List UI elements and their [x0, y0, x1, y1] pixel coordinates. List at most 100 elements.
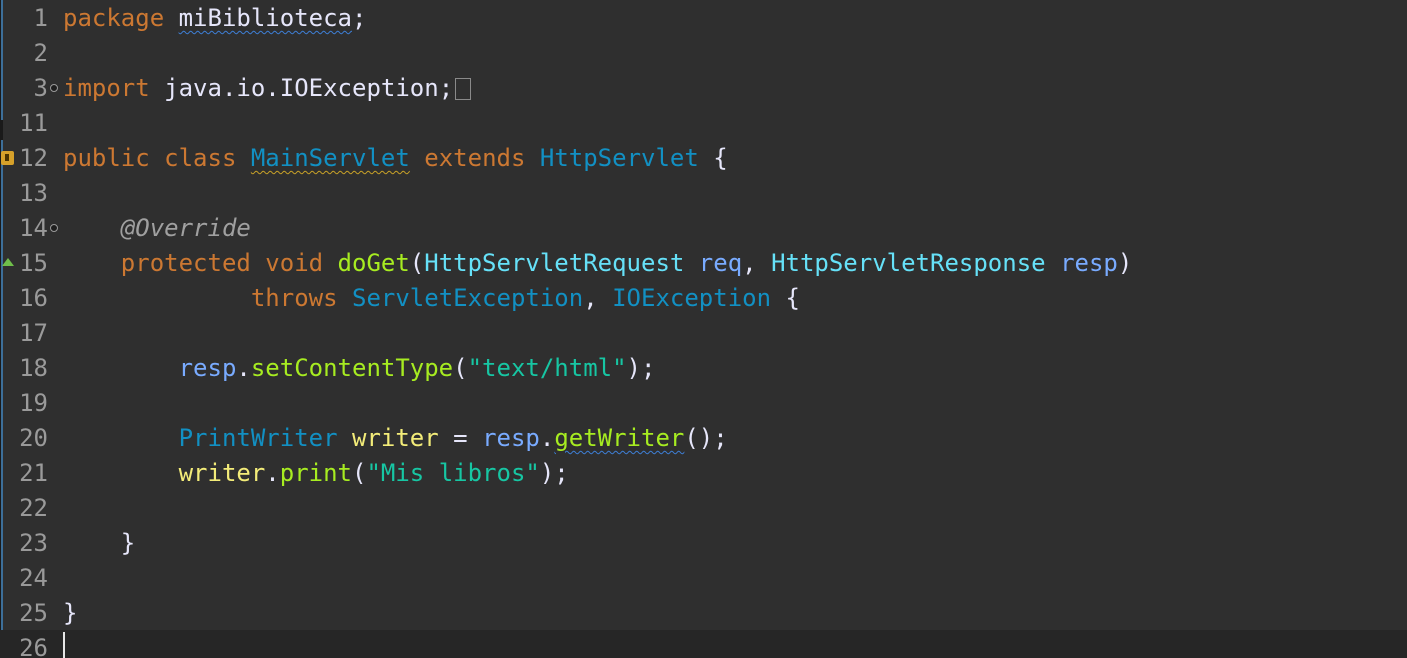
code-line[interactable]: 18 resp.setContentType("text/html"); [0, 351, 1407, 386]
code-token: MainServlet [250, 144, 410, 172]
text-cursor [63, 632, 65, 658]
code-editor[interactable]: 1 package miBiblioteca; 2 3 import java.io.I… [0, 0, 1407, 658]
fold-collapsed-icon[interactable] [50, 84, 58, 92]
line-number: 22 [19, 494, 48, 522]
code-token: package [63, 4, 165, 32]
code-token: class [164, 144, 237, 172]
code-token: HttpServlet [539, 144, 699, 172]
code-token: req [698, 249, 743, 277]
code-token: void [265, 249, 324, 277]
code-line[interactable]: 20 PrintWriter writer = resp.getWriter()… [0, 421, 1407, 456]
code-line[interactable]: 25} [0, 596, 1407, 631]
line-number: 17 [19, 319, 48, 347]
code-token: doGet [337, 249, 410, 277]
line-number: 26 [19, 634, 48, 658]
code-token: throws [250, 284, 338, 312]
code-token: { [771, 284, 800, 312]
override-triangle-icon[interactable] [2, 258, 14, 266]
code-line[interactable]: 14 @Override [0, 211, 1407, 246]
code-token: setContentType [250, 354, 454, 382]
code-text[interactable]: } [63, 526, 135, 561]
code-text[interactable]: @Override [63, 211, 251, 246]
code-line[interactable]: 15 protected void doGet(HttpServletReque… [0, 246, 1407, 281]
code-line[interactable]: 12 public class MainServlet extends HttpS… [0, 141, 1407, 176]
line-number: 24 [19, 564, 48, 592]
code-text[interactable]: } [63, 596, 77, 631]
code-token: (); [684, 424, 728, 452]
code-token: PrintWriter [178, 424, 338, 452]
code-token: . [236, 354, 251, 382]
code-line[interactable]: 19 [0, 386, 1407, 421]
code-token: "text/html" [467, 354, 627, 382]
code-text[interactable]: import java.io.IOException; [63, 71, 472, 106]
code-line[interactable]: 16 throws ServletException, IOException … [0, 281, 1407, 316]
code-line[interactable]: 3 import java.io.IOException; [0, 71, 1407, 106]
line-number: 19 [19, 389, 48, 417]
code-token: writer [352, 424, 439, 452]
code-token: print [279, 459, 352, 487]
line-number: 2 [33, 39, 48, 67]
code-line[interactable]: 24 [0, 561, 1407, 596]
code-token: ( [352, 459, 367, 487]
code-text[interactable]: resp.setContentType("text/html"); [63, 351, 656, 386]
code-line[interactable]: 13 [0, 176, 1407, 211]
line-number: 11 [19, 109, 48, 137]
code-token: { [698, 144, 728, 172]
code-token: java.io.IOException; [149, 74, 454, 102]
code-token: "Mis libros" [366, 459, 540, 487]
code-token: resp [482, 424, 540, 452]
line-number: 15 [19, 249, 48, 277]
code-text[interactable]: package miBiblioteca; [63, 1, 366, 36]
line-number: 21 [19, 459, 48, 487]
code-token: resp [178, 354, 237, 382]
code-line[interactable]: 26 [0, 631, 1407, 658]
code-token: ); [539, 459, 569, 487]
code-token: ) [1117, 249, 1133, 277]
folded-imports-box[interactable] [455, 78, 472, 100]
code-line[interactable]: 21 writer.print("Mis libros"); [0, 456, 1407, 491]
code-token: protected [120, 249, 251, 277]
code-text[interactable]: public class MainServlet extends HttpSer… [63, 141, 728, 176]
code-line[interactable]: 22 [0, 491, 1407, 526]
code-text[interactable]: protected void doGet(HttpServletRequest … [63, 246, 1133, 281]
code-token: ServletException [352, 284, 584, 312]
fold-expanded-icon[interactable] [50, 224, 58, 232]
code-token: , [742, 249, 772, 277]
code-line[interactable]: 17 [0, 316, 1407, 351]
warning-icon[interactable] [1, 151, 14, 165]
code-line[interactable]: 2 [0, 36, 1407, 71]
code-token: public [63, 144, 150, 172]
code-token: getWriter [554, 424, 685, 452]
code-line[interactable]: 11 [0, 106, 1407, 141]
code-text[interactable]: writer.print("Mis libros"); [63, 456, 569, 491]
line-number: 20 [19, 424, 48, 452]
line-number: 23 [19, 529, 48, 557]
line-number: 1 [33, 4, 48, 32]
code-token: } [63, 599, 78, 627]
code-token: ; [352, 4, 367, 32]
code-text[interactable]: throws ServletException, IOException { [63, 281, 800, 316]
code-line[interactable]: 1 package miBiblioteca; [0, 1, 1407, 36]
code-token: HttpServletResponse [771, 249, 1046, 277]
line-number: 3 [33, 74, 48, 102]
line-number: 16 [19, 284, 48, 312]
code-token: resp [1060, 249, 1118, 277]
line-number: 14 [19, 214, 48, 242]
code-text[interactable]: PrintWriter writer = resp.getWriter(); [63, 421, 728, 456]
line-number: 12 [19, 144, 48, 172]
code-line[interactable]: 23 } [0, 526, 1407, 561]
